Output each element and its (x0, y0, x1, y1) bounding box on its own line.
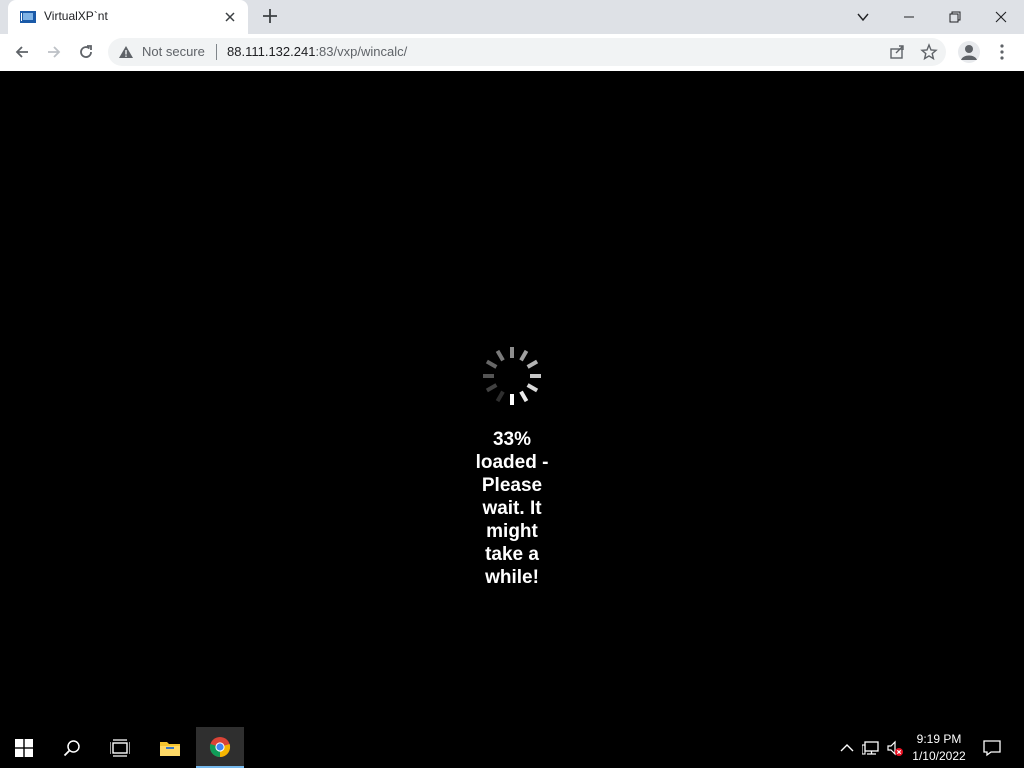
search-icon[interactable] (48, 727, 96, 768)
spinner-spoke (519, 390, 529, 403)
url-host: 88.111.132.241 (227, 44, 316, 59)
browser-chrome: VirtualXP`nt Not secure 88.111.132.241:8… (0, 0, 1024, 72)
omnibox-divider (216, 44, 217, 60)
windows-start-icon[interactable] (0, 727, 48, 768)
chevron-up-icon[interactable] (838, 739, 856, 757)
task-view-icon[interactable] (96, 727, 144, 768)
chrome-icon[interactable] (196, 727, 244, 768)
file-explorer-icon[interactable] (146, 727, 194, 768)
network-icon[interactable] (861, 739, 880, 757)
new-tab-plus-icon[interactable] (260, 6, 280, 26)
virtualxp-favicon-icon (20, 10, 36, 24)
profile-icon[interactable] (958, 41, 980, 63)
tab-close-icon[interactable] (222, 9, 238, 25)
tab-strip: VirtualXP`nt (0, 0, 1024, 34)
clock-time: 9:19 PM (916, 732, 962, 746)
star-icon[interactable] (920, 43, 938, 61)
speaker-muted-icon[interactable] (886, 739, 904, 757)
share-icon[interactable] (888, 43, 906, 61)
windows-taskbar: 9:19 PM 1/10/2022 (0, 727, 1024, 768)
back-arrow-icon[interactable] (10, 40, 34, 64)
restore-icon[interactable] (932, 0, 978, 34)
reload-icon[interactable] (74, 40, 98, 64)
kebab-menu-icon[interactable] (994, 42, 1010, 62)
spinner-spoke (485, 383, 498, 393)
address-bar[interactable]: Not secure 88.111.132.241:83/vxp/wincalc… (108, 38, 946, 66)
tab-search-chevron-down-icon[interactable] (840, 0, 886, 34)
spinner-spoke (495, 349, 505, 362)
notification-icon[interactable] (983, 739, 1001, 757)
spinner-spoke (485, 359, 498, 369)
url-text[interactable]: 88.111.132.241:83/vxp/wincalc/ (227, 44, 407, 59)
tab-title: VirtualXP`nt (44, 9, 108, 23)
minimize-icon[interactable] (886, 0, 932, 34)
spinner-spoke (526, 359, 539, 369)
browser-tab[interactable]: VirtualXP`nt (8, 0, 248, 34)
spinner-spoke (495, 390, 505, 403)
loading-status-text: 33% loaded - Please wait. It might take … (475, 429, 549, 588)
window-close-icon[interactable] (978, 0, 1024, 34)
url-path: :83/vxp/wincalc/ (315, 44, 408, 59)
loading-spinner-icon (480, 344, 544, 408)
forward-arrow-icon[interactable] (42, 40, 66, 64)
browser-toolbar: Not secure 88.111.132.241:83/vxp/wincalc… (0, 34, 1024, 72)
taskbar-clock[interactable]: 9:19 PM 1/10/2022 (908, 731, 970, 765)
warning-triangle-icon[interactable] (118, 45, 134, 59)
not-secure-label[interactable]: Not secure (142, 44, 205, 59)
spinner-spoke (519, 349, 529, 362)
spinner-spoke (526, 383, 539, 393)
clock-date: 1/10/2022 (912, 749, 966, 763)
